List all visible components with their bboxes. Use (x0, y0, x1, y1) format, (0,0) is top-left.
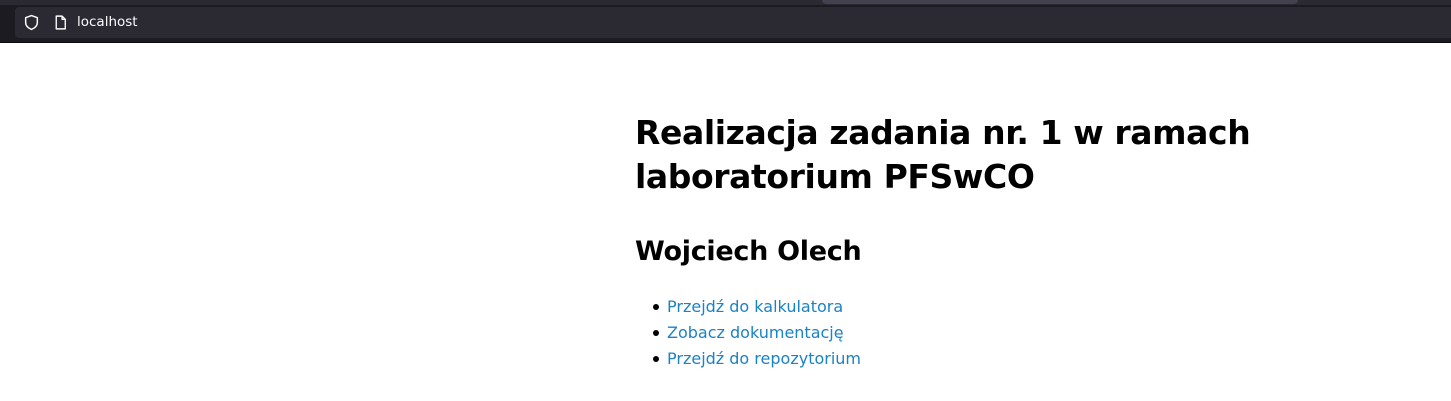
documentation-link[interactable]: Zobacz dokumentację (667, 323, 844, 342)
url-text[interactable]: localhost (77, 13, 138, 31)
url-bar[interactable]: localhost (15, 7, 1451, 38)
link-list: Przejdź do kalkulatora Zobacz dokumentac… (635, 294, 861, 372)
page-title: Realizacja zadania nr. 1 w ramach labora… (635, 113, 1251, 196)
repository-link[interactable]: Przejdź do repozytorium (667, 349, 861, 368)
shield-icon[interactable] (23, 14, 40, 31)
list-item: Przejdź do repozytorium (653, 346, 861, 372)
browser-toolbar: localhost (0, 0, 1451, 43)
author-name: Wojciech Olech (635, 236, 862, 267)
list-item: Zobacz dokumentację (653, 320, 861, 346)
calculator-link[interactable]: Przejdź do kalkulatora (667, 297, 843, 316)
toolbar-divider (0, 42, 1451, 43)
page-icon (55, 15, 66, 30)
tab-strip-edge (822, 0, 1298, 4)
list-item: Przejdź do kalkulatora (653, 294, 861, 320)
